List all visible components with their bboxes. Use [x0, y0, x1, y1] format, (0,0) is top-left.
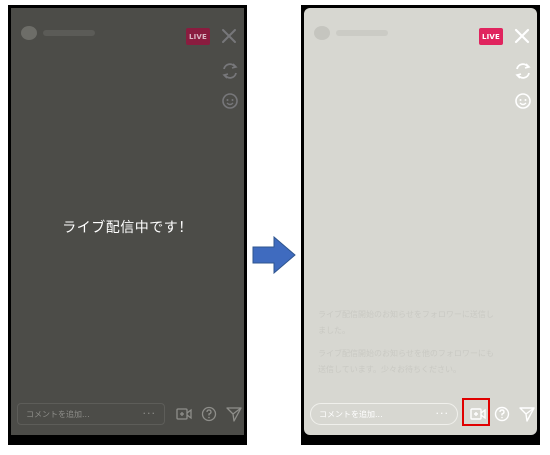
close-icon[interactable] — [221, 28, 237, 44]
phone-screenshot-after: LIVE ライブ配信開始のお知らせをフォロワーに送信し ました。 ライブ配信開始… — [301, 5, 540, 445]
send-icon[interactable] — [226, 406, 242, 422]
notice-text: ライブ配信開始のお知らせを他のフォロワーにも — [318, 349, 494, 358]
add-guest-icon[interactable] — [176, 406, 192, 422]
arrow-right-icon — [252, 236, 296, 274]
question-icon[interactable] — [201, 406, 217, 422]
comment-input[interactable]: コメントを追加... ··· — [17, 403, 165, 425]
flip-camera-icon[interactable] — [514, 62, 532, 80]
profile-header — [21, 26, 101, 40]
comment-placeholder: コメントを追加... — [26, 409, 90, 419]
phone-screenshot-before: LIVE ライブ配信中です！ コメントを追加... ··· — [8, 5, 247, 445]
live-screen: LIVE ライブ配信中です！ コメントを追加... ··· — [11, 8, 244, 435]
add-guest-icon[interactable] — [470, 406, 486, 422]
question-icon[interactable] — [494, 406, 510, 422]
username-blurred — [43, 30, 95, 36]
comment-placeholder: コメントを追加... — [319, 409, 383, 419]
flip-camera-icon[interactable] — [221, 62, 239, 80]
live-badge: LIVE — [186, 28, 210, 45]
notice-text: ライブ配信開始のお知らせをフォロワーに送信し — [318, 310, 494, 319]
live-badge: LIVE — [479, 28, 503, 45]
live-screen: LIVE ライブ配信開始のお知らせをフォロワーに送信し ました。 ライブ配信開始… — [304, 8, 537, 435]
profile-header — [314, 26, 394, 40]
username-blurred — [336, 30, 388, 36]
face-effects-icon[interactable] — [514, 92, 532, 110]
more-icon[interactable]: ··· — [143, 407, 157, 420]
comment-input[interactable]: コメントを追加... ··· — [310, 403, 458, 425]
avatar — [21, 26, 37, 40]
more-icon[interactable]: ··· — [436, 407, 450, 420]
close-icon[interactable] — [514, 28, 530, 44]
live-status-message: ライブ配信中です！ — [62, 220, 193, 236]
face-effects-icon[interactable] — [221, 92, 239, 110]
send-icon[interactable] — [519, 406, 535, 422]
avatar — [314, 26, 330, 40]
notice-text: 送信しています。少々お待ちください。 — [318, 365, 461, 374]
notice-text: ました。 — [318, 326, 350, 335]
